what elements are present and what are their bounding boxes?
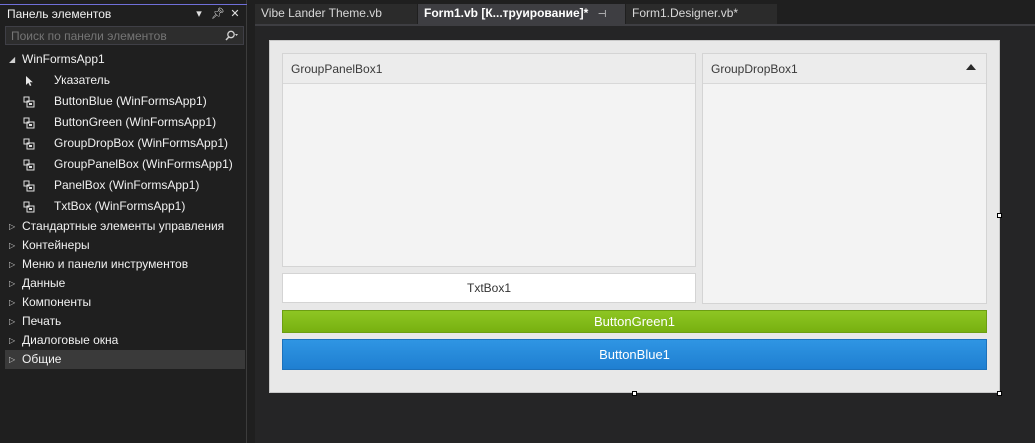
toolbox-item-pointer[interactable]: Указатель — [5, 70, 245, 91]
tab-form1-designer-vb[interactable]: Form1.Designer.vb* — [626, 4, 778, 24]
component-icon — [23, 117, 35, 129]
toolbox-panel: Панель элементов ▾ 📌︎ ✕ ◢ WinFormsApp1 У… — [0, 0, 247, 443]
pointer-icon — [26, 76, 33, 86]
tree-node-project[interactable]: ◢ WinFormsApp1 — [5, 49, 245, 70]
button-blue[interactable]: ButtonBlue1 — [282, 339, 987, 370]
component-icon — [23, 201, 35, 213]
group-drop-box-header: GroupDropBox1 — [703, 54, 986, 84]
resize-handle-right[interactable] — [997, 213, 1002, 218]
toolbox-category-printing[interactable]: ▷ Печать — [5, 312, 245, 331]
toolbox-category-containers[interactable]: ▷ Контейнеры — [5, 236, 245, 255]
document-tab-strip: Vibe Lander Theme.vb Form1.vb [К...труир… — [255, 4, 778, 40]
collapsed-arrow-icon[interactable]: ▷ — [9, 293, 19, 312]
toolbox-item-groupdropbox[interactable]: GroupDropBox (WinFormsApp1) — [5, 133, 245, 154]
collapsed-arrow-icon[interactable]: ▷ — [9, 331, 19, 350]
toolbox-title-controls: ▾ 📌︎ ✕ — [193, 5, 241, 24]
txtbox-control[interactable]: TxtBox1 — [282, 273, 696, 303]
pin-icon[interactable]: 📌︎ — [211, 5, 225, 24]
close-icon[interactable]: ✕ — [229, 5, 241, 24]
window-position-dropdown-icon[interactable]: ▾ — [193, 5, 205, 24]
toolbox-category-dialogs[interactable]: ▷ Диалоговые окна — [5, 331, 245, 350]
collapsed-arrow-icon[interactable]: ▷ — [9, 255, 19, 274]
button-green[interactable]: ButtonGreen1 — [282, 310, 987, 333]
toolbox-category-standard[interactable]: ▷ Стандартные элементы управления — [5, 217, 245, 236]
collapsed-arrow-icon[interactable]: ▷ — [9, 217, 19, 236]
expanded-arrow-icon[interactable]: ◢ — [9, 49, 19, 70]
group-drop-box[interactable]: GroupDropBox1 — [702, 53, 987, 304]
toolbox-search-box — [5, 26, 244, 45]
toolbox-category-components[interactable]: ▷ Компоненты — [5, 293, 245, 312]
toolbox-title: Панель элементов — [7, 7, 112, 21]
toolbox-item-buttongreen[interactable]: ButtonGreen (WinFormsApp1) — [5, 112, 245, 133]
search-icon[interactable] — [219, 27, 243, 44]
collapsed-arrow-icon[interactable]: ▷ — [9, 350, 19, 369]
component-icon — [23, 138, 35, 150]
collapsed-arrow-icon[interactable]: ▷ — [9, 236, 19, 255]
toolbox-item-panelbox[interactable]: PanelBox (WinFormsApp1) — [5, 175, 245, 196]
toolbox-search-input[interactable] — [6, 28, 219, 43]
resize-handle-corner[interactable] — [997, 391, 1002, 396]
toolbox-item-txtbox[interactable]: TxtBox (WinFormsApp1) — [5, 196, 245, 217]
collapsed-arrow-icon[interactable]: ▷ — [9, 312, 19, 331]
component-icon — [23, 159, 35, 171]
toolbox-category-menus[interactable]: ▷ Меню и панели инструментов — [5, 255, 245, 274]
form1-design-surface[interactable]: GroupPanelBox1 GroupDropBox1 TxtBox1 But… — [269, 40, 1000, 393]
tab-form1-designer-view[interactable]: Form1.vb [К...труирование]* ⊣ ✕ — [418, 4, 626, 40]
group-panel-box-header: GroupPanelBox1 — [283, 54, 695, 84]
toolbox-item-buttonblue[interactable]: ButtonBlue (WinFormsApp1) — [5, 91, 245, 112]
toolbox-title-bar: Панель элементов ▾ 📌︎ ✕ — [0, 4, 247, 24]
component-icon — [23, 96, 35, 108]
pin-tab-icon[interactable]: ⊣ — [598, 9, 607, 20]
collapse-caret-icon[interactable] — [966, 64, 976, 70]
toolbox-item-grouppanelbox[interactable]: GroupPanelBox (WinFormsApp1) — [5, 154, 245, 175]
group-panel-box[interactable]: GroupPanelBox1 — [282, 53, 696, 267]
collapsed-arrow-icon[interactable]: ▷ — [9, 274, 19, 293]
toolbox-category-data[interactable]: ▷ Данные — [5, 274, 245, 293]
tab-vibe-lander-theme[interactable]: Vibe Lander Theme.vb — [255, 4, 418, 24]
toolbox-tree: ◢ WinFormsApp1 Указатель ButtonBlue (Win… — [5, 49, 245, 369]
resize-handle-bottom[interactable] — [632, 391, 637, 396]
component-icon — [23, 180, 35, 192]
toolbox-category-general[interactable]: ▷ Общие — [5, 350, 245, 369]
